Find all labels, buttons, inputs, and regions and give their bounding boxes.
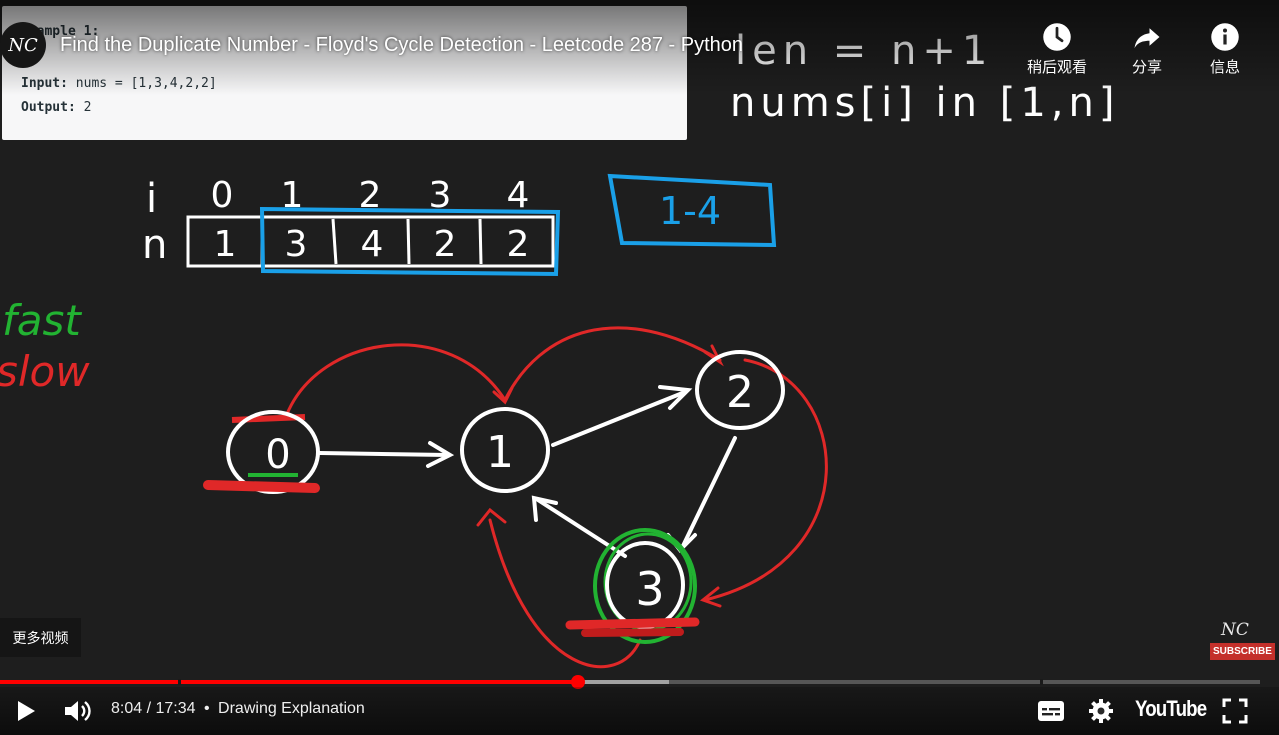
example-input: Input: nums = [1,3,4,2,2]: [21, 76, 217, 91]
svg-text:3: 3: [635, 562, 664, 616]
gear-icon: [1089, 699, 1113, 723]
svg-text:2: 2: [726, 367, 754, 418]
youtube-logo[interactable]: YouTube: [1135, 696, 1207, 722]
video-player[interactable]: len = n+1 nums[i] in [1,n] i n 0 1 2 3 4…: [0, 0, 1279, 735]
value-0: 1: [214, 224, 237, 265]
control-bar: 8:04 / 17:34 • Drawing Explanation YouTu…: [0, 687, 1279, 735]
value-2: 4: [361, 224, 384, 265]
channel-watermark[interactable]: NC SUBSCRIBE: [1210, 620, 1275, 660]
chapter-marker: [178, 679, 181, 685]
chapter-title[interactable]: Drawing Explanation: [218, 700, 365, 717]
watch-later-label: 稍后观看: [1026, 59, 1087, 76]
channel-avatar[interactable]: NC: [0, 22, 46, 68]
volume-icon: [65, 701, 91, 721]
fullscreen-button[interactable]: [1220, 696, 1250, 726]
node-3: 3: [565, 528, 700, 644]
output-value: 2: [83, 100, 92, 115]
play-button[interactable]: [12, 697, 40, 725]
graph-edges: [318, 385, 737, 558]
value-3: 2: [434, 224, 457, 265]
watermark-subscribe: SUBSCRIBE: [1210, 643, 1275, 660]
share-button[interactable]: 分享: [1107, 22, 1187, 77]
legend-fast: fast: [2, 296, 82, 345]
input-label: Input:: [21, 76, 68, 91]
settings-button[interactable]: [1086, 696, 1116, 726]
info-button[interactable]: 信息: [1185, 22, 1265, 77]
subtitles-button[interactable]: [1036, 698, 1066, 724]
row-label-i: i: [146, 176, 157, 222]
value-4: 2: [507, 224, 530, 265]
chapter-separator: •: [203, 700, 210, 717]
svg-text:0: 0: [265, 432, 290, 478]
input-value: nums = [1,3,4,2,2]: [75, 76, 217, 91]
example-output: Output: 2: [21, 100, 91, 115]
info-label: 信息: [1209, 59, 1240, 76]
current-time: 8:04: [111, 700, 143, 717]
value-1: 3: [285, 224, 308, 265]
clock-icon: [1043, 23, 1071, 51]
example-card: Example 1: Input: nums = [1,3,4,2,2] Out…: [2, 6, 687, 140]
node-2: 2: [695, 350, 785, 430]
formula-length: len = n+1: [735, 28, 993, 74]
share-icon: [1134, 28, 1160, 49]
range-box-text: 1-4: [659, 189, 721, 233]
play-icon: [18, 701, 35, 721]
watermark-logo: NC: [1221, 620, 1249, 640]
index-0: 0: [211, 175, 234, 216]
video-title[interactable]: Find the Duplicate Number - Floyd's Cycl…: [60, 34, 743, 57]
row-label-n: n: [142, 222, 167, 268]
progress-played: [0, 680, 579, 684]
chapter-marker: [1040, 679, 1043, 685]
legend-slow: slow: [0, 347, 90, 396]
time-display: 8:04 / 17:34 • Drawing Explanation: [111, 700, 365, 717]
more-videos-button[interactable]: 更多视频: [0, 618, 81, 657]
watch-later-button[interactable]: 稍后观看: [1017, 22, 1097, 77]
info-icon: [1211, 23, 1239, 51]
volume-button[interactable]: [62, 696, 94, 726]
formula-range: nums[i] in [1,n]: [730, 80, 1119, 126]
subtitles-icon: [1038, 701, 1064, 721]
fullscreen-icon: [1222, 698, 1248, 724]
duration: 17:34: [155, 700, 196, 717]
share-label: 分享: [1131, 59, 1162, 76]
node-0: 0: [203, 410, 320, 494]
node-1: 1: [460, 407, 550, 493]
progress-bar[interactable]: [0, 675, 1260, 689]
output-label: Output:: [21, 100, 76, 115]
svg-text:1: 1: [486, 427, 514, 478]
